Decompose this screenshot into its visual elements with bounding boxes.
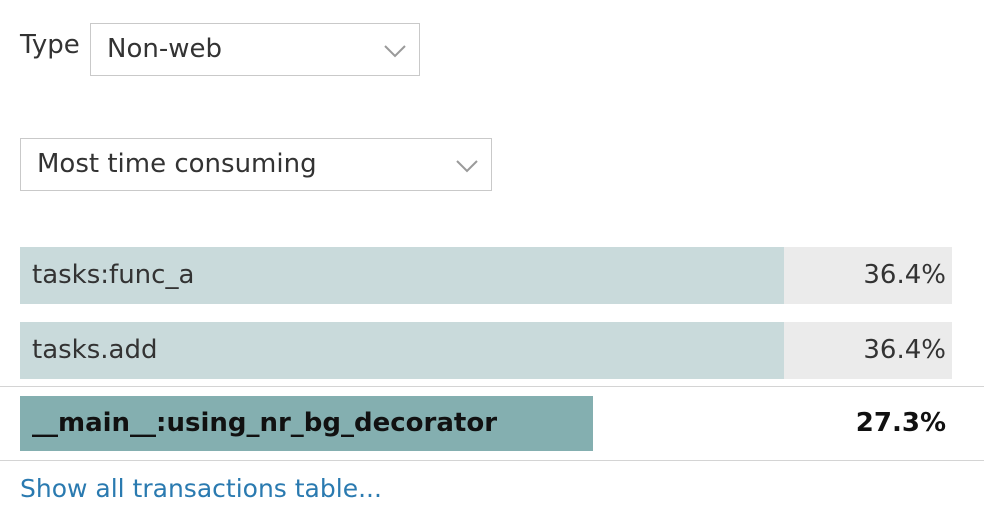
show-all-transactions-link[interactable]: Show all transactions table...: [20, 474, 382, 503]
transaction-name: __main__:using_nr_bg_decorator: [32, 408, 498, 438]
transaction-name: tasks.add: [32, 335, 158, 365]
type-select[interactable]: Non-web: [90, 23, 420, 76]
transaction-percent: 27.3%: [855, 408, 946, 438]
sort-select[interactable]: Most time consuming: [20, 138, 492, 191]
transaction-row[interactable]: tasks.add 36.4%: [20, 322, 952, 379]
transaction-name: tasks:func_a: [32, 260, 195, 290]
type-select-value: Non-web: [107, 34, 222, 64]
transaction-percent: 36.4%: [863, 335, 946, 365]
chevron-down-icon: [384, 45, 406, 58]
type-label: Type: [20, 30, 80, 60]
transaction-percent: 36.4%: [863, 260, 946, 290]
transaction-row-selected[interactable]: __main__:using_nr_bg_decorator 27.3%: [20, 396, 952, 451]
transactions-panel: Type Non-web Most time consuming tasks:f…: [0, 0, 984, 522]
transaction-row[interactable]: tasks:func_a 36.4%: [20, 247, 952, 304]
sort-select-value: Most time consuming: [37, 149, 317, 179]
chevron-down-icon: [456, 160, 478, 173]
